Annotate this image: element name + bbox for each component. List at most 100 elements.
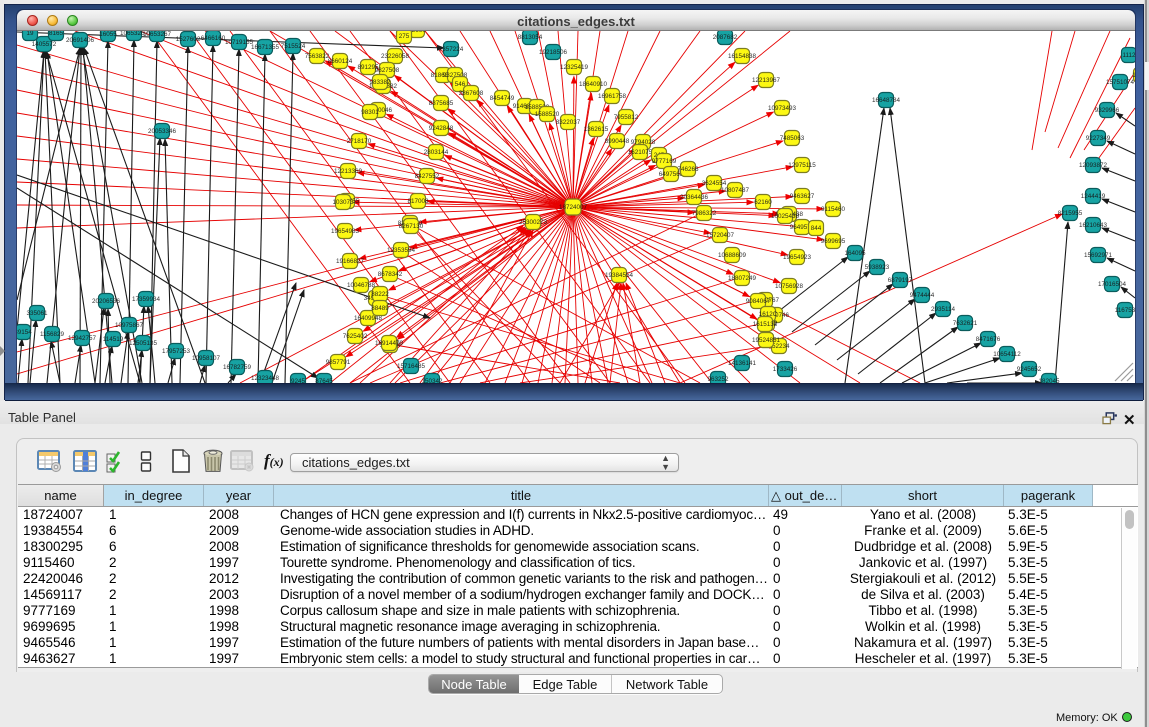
svg-text:9857791: 9857791 [326, 359, 351, 366]
svg-text:7632621: 7632621 [953, 320, 978, 327]
svg-text:116753: 116753 [1115, 307, 1135, 314]
svg-text:8990448: 8990448 [605, 138, 630, 145]
svg-text:8375685: 8375685 [429, 100, 454, 107]
svg-text:18724007: 18724007 [559, 204, 588, 211]
svg-text:8813054: 8813054 [518, 34, 543, 41]
svg-text:19: 19 [26, 31, 34, 37]
svg-text:2867608: 2867608 [459, 90, 484, 97]
svg-text:2718170: 2718170 [347, 138, 372, 145]
svg-text:16210643: 16210643 [1079, 222, 1108, 229]
svg-text:12505135: 12505135 [129, 340, 158, 347]
svg-text:10046788: 10046788 [347, 282, 376, 289]
svg-text:19166827: 19166827 [336, 258, 365, 265]
svg-text:1615132: 1615132 [753, 321, 778, 328]
svg-text:1112: 1112 [1122, 52, 1135, 59]
svg-text:16671355: 16671355 [251, 44, 280, 51]
svg-text:62160: 62160 [754, 199, 772, 206]
svg-text:9463627: 9463627 [790, 193, 815, 200]
svg-text:1733426: 1733426 [773, 366, 798, 373]
svg-text:5938923: 5938923 [865, 264, 890, 271]
svg-text:12213369: 12213369 [334, 168, 363, 175]
svg-text:1362615: 1362615 [584, 126, 609, 133]
svg-text:1156829: 1156829 [40, 331, 65, 338]
svg-text:9245: 9245 [291, 378, 306, 383]
svg-text:2087682: 2087682 [713, 34, 738, 41]
svg-text:7485063: 7485063 [780, 135, 805, 142]
svg-text:10025438: 10025438 [771, 213, 800, 220]
svg-text:8678342: 8678342 [378, 271, 403, 278]
svg-text:12975115: 12975115 [788, 162, 816, 169]
svg-text:7986322: 7986322 [692, 210, 717, 217]
svg-text:164095: 164095 [844, 250, 866, 257]
svg-text:9474444: 9474444 [910, 292, 935, 299]
svg-text:15716485: 15716485 [397, 363, 426, 370]
svg-text:114519: 114519 [103, 336, 124, 343]
svg-text:12325419: 12325419 [560, 64, 589, 71]
svg-text:20691406: 20691406 [66, 37, 95, 44]
svg-text:98301: 98301 [361, 109, 379, 116]
svg-text:12353594: 12353594 [387, 247, 416, 254]
svg-text:9245652: 9245652 [1017, 366, 1042, 373]
svg-text:87645: 87645 [315, 378, 333, 383]
svg-text:10958107: 10958107 [192, 355, 221, 362]
svg-text:15720407: 15720407 [706, 232, 735, 239]
svg-text:10653267: 10653267 [143, 31, 172, 38]
svg-text:25300273: 25300273 [519, 219, 548, 226]
svg-text:275: 275 [399, 33, 410, 40]
svg-text:8660124: 8660124 [328, 58, 353, 65]
svg-text:7563822: 7563822 [305, 53, 330, 60]
svg-text:983382: 983382 [369, 79, 391, 86]
svg-text:9329966: 9329966 [1095, 107, 1120, 114]
svg-text:10807487: 10807487 [721, 187, 750, 194]
svg-text:1244419: 1244419 [1081, 193, 1106, 200]
svg-text:13325: 13325 [1132, 72, 1135, 79]
svg-text:17016504: 17016504 [1098, 281, 1127, 288]
svg-text:9084067: 9084067 [746, 298, 771, 305]
svg-text:12093872: 12093872 [1079, 162, 1108, 169]
svg-text:18640910: 18640910 [579, 81, 608, 88]
svg-text:182045: 182045 [1038, 378, 1060, 383]
svg-text:1588520: 1588520 [535, 111, 560, 118]
svg-text:3624554: 3624554 [702, 180, 727, 187]
svg-text:8322037: 8322037 [556, 119, 581, 126]
svg-text:14136141: 14136141 [728, 360, 757, 367]
svg-text:18807249: 18807249 [728, 275, 757, 282]
svg-text:9242848: 9242848 [429, 125, 454, 132]
svg-text:7955812: 7955812 [614, 114, 639, 121]
svg-text:19384554: 19384554 [605, 272, 634, 279]
svg-text:9827508: 9827508 [375, 67, 400, 74]
svg-text:817008: 817008 [407, 198, 429, 205]
svg-text:8165: 8165 [49, 31, 64, 37]
svg-text:10973493: 10973493 [768, 105, 797, 112]
svg-text:10975867: 10975867 [115, 322, 144, 329]
svg-text:9777169: 9777169 [652, 158, 677, 165]
svg-text:746266: 746266 [677, 166, 699, 173]
svg-text:8427552: 8427552 [415, 173, 440, 180]
svg-text:8454749: 8454749 [490, 95, 515, 102]
svg-text:7357224: 7357224 [439, 46, 464, 53]
svg-text:16648784: 16648784 [872, 97, 901, 104]
svg-text:10654112: 10654112 [993, 351, 1021, 358]
svg-text:2935114: 2935114 [931, 306, 956, 313]
svg-text:9115460: 9115460 [821, 206, 846, 213]
svg-text:16409948: 16409948 [354, 315, 383, 322]
svg-text:6879197: 6879197 [888, 277, 913, 284]
svg-text:10688609: 10688609 [718, 252, 747, 259]
svg-text:19218506: 19218506 [539, 49, 568, 56]
svg-text:10756928: 10756928 [775, 283, 804, 290]
svg-text:19654983: 19654983 [331, 228, 360, 235]
svg-text:7515524: 7515524 [281, 43, 306, 50]
svg-text:20206536: 20206536 [92, 298, 121, 305]
svg-text:17359934: 17359934 [132, 296, 161, 303]
svg-text:16961758: 16961758 [598, 93, 627, 100]
svg-text:20053346: 20053346 [148, 128, 177, 135]
svg-text:12213967: 12213967 [752, 77, 781, 84]
svg-text:19654923: 19654923 [783, 254, 812, 261]
svg-text:17957253: 17957253 [162, 348, 191, 355]
svg-text:963252: 963252 [707, 376, 729, 383]
svg-text:19524851: 19524851 [752, 337, 781, 344]
svg-text:20364436: 20364436 [680, 194, 709, 201]
svg-text:16782759: 16782759 [223, 364, 252, 371]
svg-text:2803144: 2803144 [424, 149, 449, 156]
svg-text:12942757: 12942757 [68, 335, 97, 342]
